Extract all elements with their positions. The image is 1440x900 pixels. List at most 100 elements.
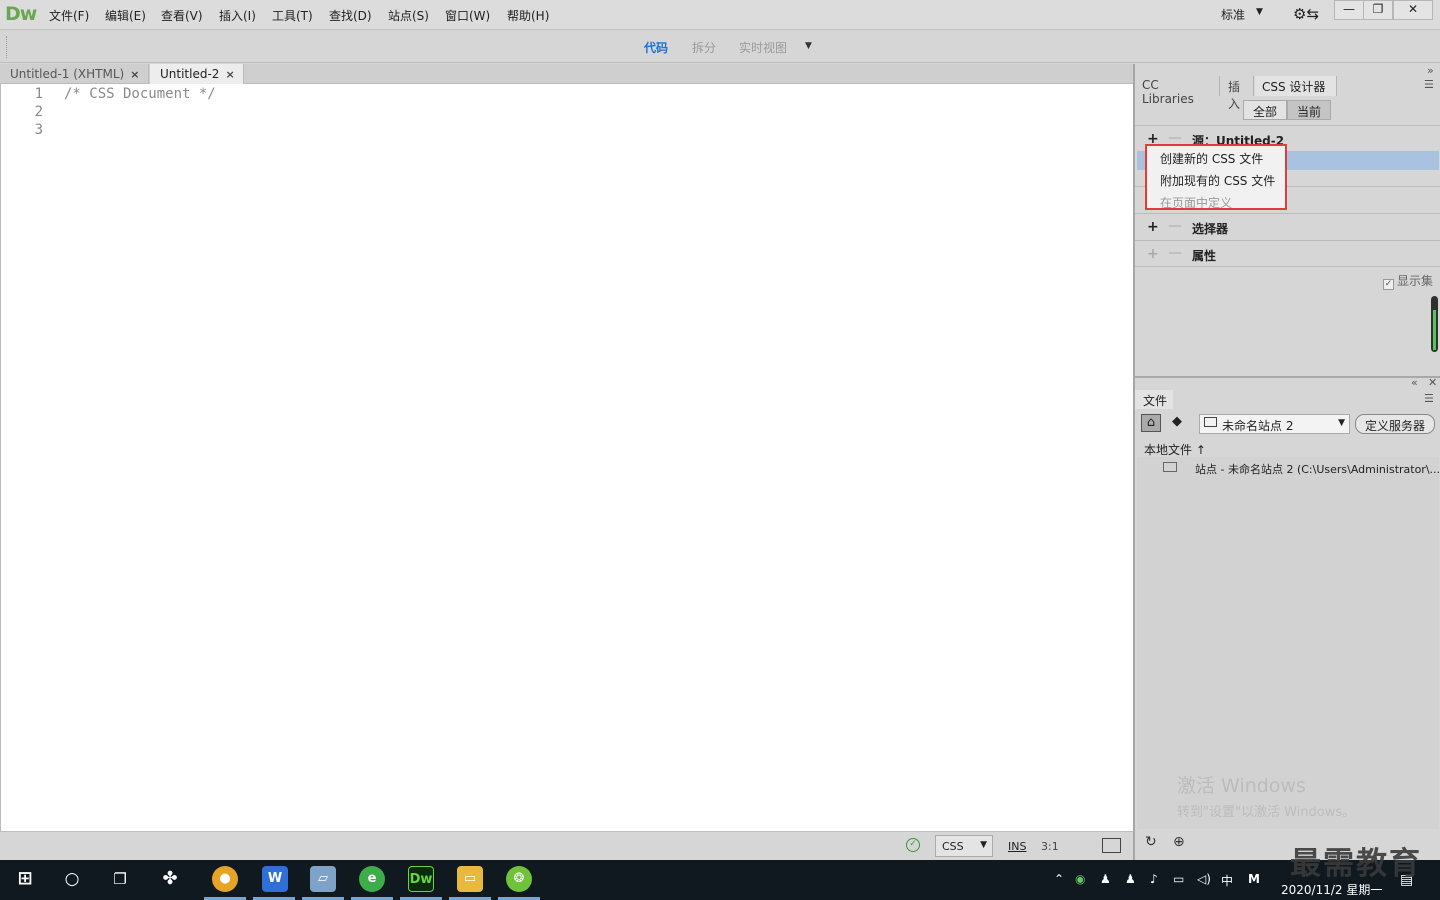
- toolbar-grip[interactable]: [6, 36, 8, 58]
- chevron-down-icon[interactable]: ▼: [1256, 7, 1263, 17]
- qq-icon[interactable]: ♟: [1125, 872, 1136, 886]
- chevron-down-icon[interactable]: ▼: [805, 41, 812, 51]
- show-set-checkbox[interactable]: ✓ 显示集: [1383, 272, 1433, 290]
- network-icon[interactable]: ⊕: [1173, 834, 1185, 850]
- define-server-button[interactable]: 定义服务器: [1355, 414, 1435, 434]
- add-property-icon[interactable]: +: [1147, 246, 1159, 262]
- pinwheel-app-icon[interactable]: ✤: [157, 866, 183, 892]
- browser-icon[interactable]: e: [359, 866, 385, 892]
- folder-icon: [1204, 417, 1217, 427]
- media-app-icon[interactable]: ❂: [506, 866, 532, 892]
- menu-insert[interactable]: 插入(I): [219, 7, 256, 24]
- line-number: 3: [34, 122, 43, 138]
- sync-settings-icon[interactable]: ⚙⇆: [1293, 5, 1319, 23]
- doc-tab-label: Untitled-1 (XHTML): [10, 67, 125, 81]
- view-code-tab[interactable]: 代码: [644, 39, 668, 56]
- menu-window[interactable]: 窗口(W): [445, 7, 490, 24]
- line-number: 1: [34, 86, 43, 102]
- site-select[interactable]: 未命名站点 2 ▼: [1199, 414, 1350, 434]
- panel-menu-icon[interactable]: ☰: [1424, 392, 1434, 405]
- menu-attach-css-file[interactable]: 附加现有的 CSS 文件: [1160, 172, 1275, 189]
- properties-section: + — 属性: [1135, 240, 1440, 266]
- qq-icon[interactable]: ♟: [1100, 872, 1111, 886]
- ime-mode-icon[interactable]: M: [1248, 872, 1260, 886]
- menu-tools[interactable]: 工具(T): [272, 7, 313, 24]
- menu-edit[interactable]: 编辑(E): [105, 7, 146, 24]
- menu-bar: Dw 文件(F) 编辑(E) 查看(V) 插入(I) 工具(T) 查找(D) 站…: [0, 0, 1440, 30]
- insert-mode[interactable]: INS: [1008, 840, 1026, 853]
- dreamweaver-taskbar-icon[interactable]: Dw: [408, 866, 434, 892]
- ime-indicator[interactable]: 中: [1221, 872, 1233, 889]
- volume-icon[interactable]: ◁): [1197, 872, 1211, 886]
- chrome-icon[interactable]: ●: [212, 866, 238, 892]
- files-tree: 站点 - 未命名站点 2 (C:\Users\Administrator\...…: [1137, 457, 1440, 829]
- folder-icon: [1163, 462, 1177, 472]
- menu-view[interactable]: 查看(V): [161, 7, 203, 24]
- view-split-tab[interactable]: 拆分: [692, 39, 716, 56]
- refresh-icon[interactable]: ↻: [1145, 834, 1157, 850]
- menu-define-in-page: 在页面中定义: [1160, 196, 1233, 210]
- add-source-menu: 创建新的 CSS 文件 附加现有的 CSS 文件 在页面中定义: [1145, 144, 1287, 210]
- doc-tab-label: Untitled-2: [160, 67, 220, 81]
- properties-title: 属性: [1192, 249, 1217, 263]
- menu-create-css-file[interactable]: 创建新的 CSS 文件: [1160, 150, 1263, 167]
- toggle-current[interactable]: 当前: [1287, 100, 1331, 120]
- sort-up-icon: ↑: [1195, 443, 1206, 457]
- wps-icon[interactable]: W: [262, 866, 288, 892]
- git-icon[interactable]: ◆: [1167, 414, 1187, 432]
- clock-date[interactable]: 2020/11/2 星期一: [1281, 881, 1382, 898]
- code-editor[interactable]: 1 /* CSS Document */ 2 3: [0, 84, 1133, 831]
- collapse-panel-icon[interactable]: »: [1427, 64, 1434, 77]
- document-tabs: Untitled-1 (XHTML) × Untitled-2 ×: [0, 64, 1133, 84]
- panel-menu-icon[interactable]: ☰: [1424, 78, 1434, 91]
- search-icon[interactable]: ○: [59, 866, 85, 892]
- preview-icon[interactable]: [1102, 838, 1121, 853]
- selectors-title: 选择器: [1192, 222, 1229, 236]
- view-live-tab[interactable]: 实时视图: [739, 39, 787, 56]
- notes-app-icon[interactable]: ▱: [310, 866, 336, 892]
- connect-icon[interactable]: ⌂: [1141, 414, 1161, 432]
- close-icon[interactable]: ✕: [1428, 376, 1437, 389]
- menu-help[interactable]: 帮助(H): [507, 7, 549, 24]
- wechat-icon[interactable]: ◉: [1075, 872, 1085, 886]
- document-type-value: CSS: [942, 840, 964, 853]
- line-number: 2: [34, 104, 43, 120]
- task-view-icon[interactable]: ❐: [107, 866, 133, 892]
- site-root-row[interactable]: 站点 - 未命名站点 2 (C:\Users\Administrator\...: [1195, 461, 1440, 477]
- restore-button[interactable]: ❐: [1363, 0, 1393, 20]
- local-files-header[interactable]: 本地文件 ↑: [1144, 441, 1206, 458]
- menu-file[interactable]: 文件(F): [49, 7, 89, 24]
- menu-find[interactable]: 查找(D): [329, 7, 372, 24]
- remove-selector-icon[interactable]: —: [1168, 218, 1182, 234]
- notification-bell-icon[interactable]: ♪: [1150, 872, 1158, 886]
- tab-insert[interactable]: 插入: [1221, 76, 1254, 111]
- files-panel-header: « ✕: [1135, 376, 1440, 390]
- windows-start-icon[interactable]: ⊞: [12, 866, 38, 892]
- close-icon[interactable]: ×: [130, 68, 139, 81]
- toggle-all[interactable]: 全部: [1243, 100, 1287, 120]
- close-button[interactable]: ✕: [1393, 0, 1433, 20]
- check-circle-icon: ✓: [906, 838, 920, 852]
- status-bar: ✓ CSS ▼ INS 3:1: [0, 831, 1133, 860]
- doc-tab-untitled-2[interactable]: Untitled-2 ×: [150, 64, 244, 84]
- tray-expand-icon[interactable]: ⌃: [1054, 872, 1064, 886]
- network-icon[interactable]: ▭: [1173, 872, 1184, 886]
- close-icon[interactable]: ×: [225, 68, 234, 81]
- add-selector-icon[interactable]: +: [1147, 219, 1159, 235]
- local-files-label: 本地文件: [1144, 443, 1193, 457]
- workspace-switcher[interactable]: 标准: [1221, 6, 1245, 23]
- tab-cc-libraries[interactable]: CC Libraries: [1135, 76, 1220, 106]
- site-select-value: 未命名站点 2: [1222, 419, 1294, 433]
- tab-files[interactable]: 文件: [1135, 390, 1173, 409]
- minimize-button[interactable]: —: [1334, 0, 1364, 20]
- dreamweaver-logo: Dw: [5, 3, 37, 25]
- document-type-select[interactable]: CSS ▼: [935, 835, 993, 857]
- menu-site[interactable]: 站点(S): [388, 7, 429, 24]
- doc-tab-untitled-1[interactable]: Untitled-1 (XHTML) ×: [0, 64, 149, 84]
- tab-css-designer[interactable]: CSS 设计器: [1255, 76, 1337, 96]
- scroll-indicator[interactable]: [1431, 296, 1438, 352]
- file-explorer-icon[interactable]: ▭: [457, 866, 483, 892]
- collapse-icon[interactable]: «: [1411, 376, 1418, 389]
- remove-property-icon[interactable]: —: [1168, 245, 1182, 261]
- show-set-label: 显示集: [1397, 274, 1434, 288]
